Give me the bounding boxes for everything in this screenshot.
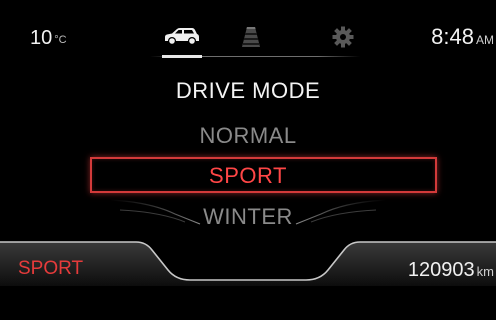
tab-vehicle[interactable]: [160, 22, 204, 52]
instrument-cluster-screen: 10 °C 8:48 AM DRIVE MODE NORMAL SPORT WI…: [0, 0, 496, 320]
tab-driver-assist[interactable]: [229, 22, 273, 52]
odometer-value: 120903: [407, 259, 475, 281]
active-drive-mode-indicator: SPORT: [18, 258, 84, 279]
outside-temperature: 10 °C: [30, 28, 67, 50]
temperature-value: 10: [30, 27, 53, 49]
gear-icon: [332, 26, 354, 48]
tab-settings[interactable]: [321, 22, 365, 52]
clock: 8:48 AM: [431, 26, 494, 51]
clock-time: 8:48: [431, 24, 474, 49]
lane-assist-icon: [242, 27, 260, 47]
clock-am-pm: AM: [476, 33, 494, 47]
odometer: 120903 km: [408, 259, 494, 282]
odometer-unit: km: [476, 264, 494, 279]
temperature-unit: °C: [54, 34, 67, 46]
car-icon: [165, 28, 199, 45]
active-tab-indicator: [162, 55, 202, 58]
menu-title: DRIVE MODE: [175, 78, 321, 103]
bottom-decoration: [0, 199, 496, 320]
drive-mode-sport[interactable]: SPORT: [0, 163, 496, 189]
drive-mode-normal[interactable]: NORMAL: [0, 123, 496, 149]
